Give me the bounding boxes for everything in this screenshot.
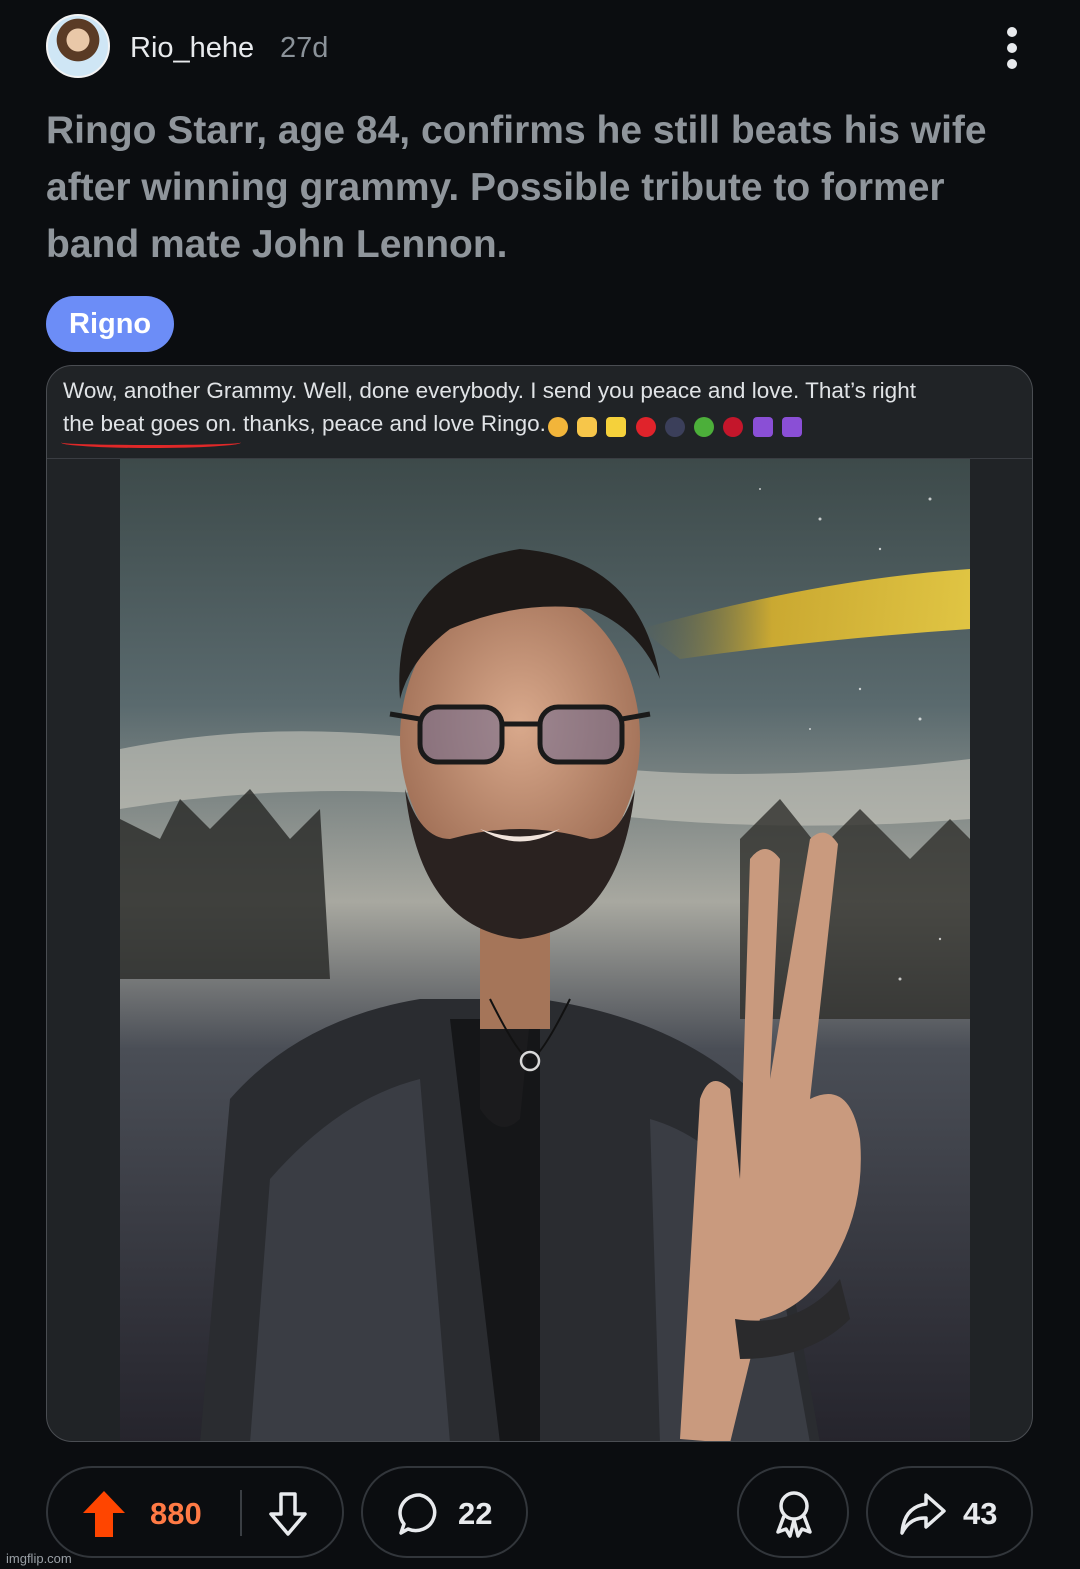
- comment-icon: [398, 1493, 437, 1535]
- award-button[interactable]: [737, 1466, 849, 1558]
- red-heart-emoji: [635, 416, 656, 437]
- share-button[interactable]: 43: [866, 1466, 1033, 1558]
- sunglasses-emoji: [547, 416, 568, 437]
- more-options-icon[interactable]: [1002, 24, 1022, 70]
- post-title[interactable]: Ringo Starr, age 84, confirms he still b…: [46, 102, 1006, 273]
- vote-separator: [240, 1490, 242, 1536]
- sparkle-emoji: [606, 416, 627, 437]
- award-icon: [776, 1491, 812, 1538]
- post-age: 27d: [280, 32, 329, 64]
- peace-symbol-emoji: [782, 416, 802, 437]
- underlined-phrase: the beat goes on.: [61, 407, 241, 448]
- vote-group: 880: [46, 1466, 344, 1558]
- comments-button[interactable]: 22: [361, 1466, 528, 1558]
- action-bar: 880 22 43: [46, 1466, 1036, 1558]
- caption-rest: thanks, peace and love Ringo.: [236, 411, 546, 436]
- post-flair[interactable]: Rigno: [46, 296, 175, 352]
- post-image[interactable]: Wow, another Grammy. Well, done everybod…: [46, 365, 1033, 1442]
- comment-count: 22: [458, 1496, 493, 1531]
- post-header: Rio_hehe 27d: [46, 12, 1036, 82]
- peace-symbol-emoji: [752, 416, 773, 437]
- share-icon: [900, 1493, 946, 1535]
- upvote-icon[interactable]: [80, 1488, 128, 1540]
- victory-hand-emoji: [577, 416, 598, 437]
- photo-illustration: [120, 459, 970, 1441]
- upvote-count: 880: [150, 1496, 202, 1531]
- username[interactable]: Rio_hehe: [130, 32, 254, 65]
- emoji-row: [547, 409, 805, 442]
- downvote-icon[interactable]: [266, 1490, 310, 1540]
- cherries-emoji: [723, 416, 744, 437]
- ringo-photo: [120, 459, 970, 1441]
- image-caption: Wow, another Grammy. Well, done everybod…: [61, 374, 1023, 448]
- watermark: imgflip.com: [6, 1551, 72, 1566]
- red-underline: [61, 437, 241, 448]
- stars-emoji: [664, 416, 685, 437]
- user-avatar[interactable]: [46, 14, 110, 78]
- broccoli-emoji: [694, 416, 715, 437]
- share-count: 43: [963, 1496, 998, 1531]
- caption-line-1: Wow, another Grammy. Well, done everybod…: [63, 378, 916, 403]
- caption-line-2: the beat goes on. thanks, peace and love…: [61, 407, 1023, 448]
- underlined-text: the beat goes on.: [63, 411, 237, 436]
